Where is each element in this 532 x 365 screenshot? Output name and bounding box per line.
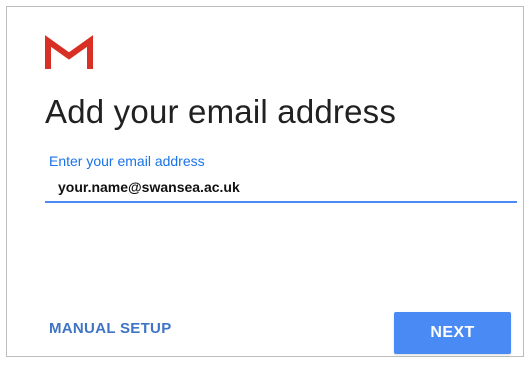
gmail-logo-icon xyxy=(45,35,93,71)
add-email-dialog: Add your email address Enter your email … xyxy=(6,6,524,357)
email-field-label: Enter your email address xyxy=(49,153,205,169)
next-button[interactable]: NEXT xyxy=(394,312,511,354)
page-title: Add your email address xyxy=(45,93,397,130)
email-input[interactable] xyxy=(45,173,517,203)
manual-setup-button[interactable]: MANUAL SETUP xyxy=(49,320,172,337)
